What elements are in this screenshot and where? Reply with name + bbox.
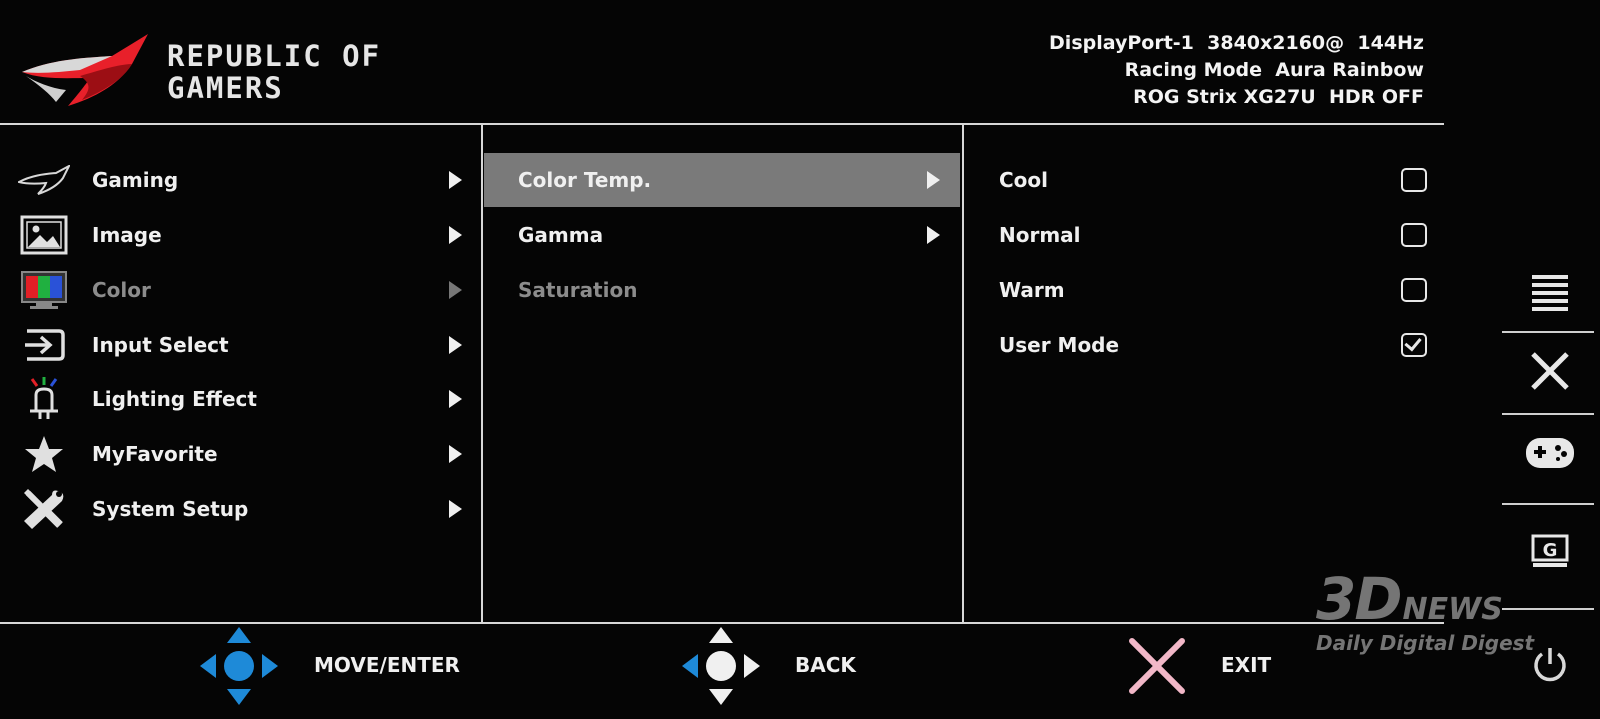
menu-lines-icon (1532, 274, 1568, 316)
option-label: Warm (999, 278, 1065, 302)
color-monitor-icon (18, 268, 70, 312)
footer-back-label: BACK (795, 653, 856, 677)
checkbox-unchecked-icon[interactable] (1401, 168, 1427, 192)
power-icon (1531, 645, 1569, 687)
menu-item-label: MyFavorite (92, 442, 218, 466)
status-model-hdr: ROG Strix XG27U HDR OFF (1133, 86, 1424, 108)
input-icon (18, 323, 70, 367)
submenu-item-color-temp[interactable]: Color Temp. (484, 153, 960, 207)
column-divider-1 (481, 123, 483, 624)
arrow-right-icon (449, 445, 462, 463)
submenu-item-saturation[interactable]: Saturation (484, 263, 960, 317)
status-mode-lighting: Racing Mode Aura Rainbow (1124, 59, 1424, 81)
option-label: Cool (999, 168, 1049, 192)
status-info: DisplayPort-1 3840x2160@ 144Hz Racing Mo… (1049, 30, 1424, 111)
checkbox-checked-icon[interactable] (1401, 333, 1427, 357)
dpad-move-enter-icon (198, 625, 280, 707)
menu-item-label: Lighting Effect (92, 387, 257, 411)
menu-item-input-select[interactable]: Input Select (18, 318, 468, 372)
column-divider-2 (962, 123, 964, 624)
option-label: User Mode (999, 333, 1120, 357)
footer-move-enter-label: MOVE/ENTER (314, 653, 460, 677)
submenu-item-label: Gamma (518, 223, 604, 247)
menu-item-lighting-effect[interactable]: Lighting Effect (18, 372, 468, 426)
footer-divider (0, 622, 1444, 624)
checkbox-unchecked-icon[interactable] (1401, 223, 1427, 247)
arrow-right-icon (927, 226, 940, 244)
arrow-right-icon (449, 390, 462, 408)
menu-item-gaming[interactable]: Gaming (18, 153, 468, 207)
menu-item-label: Color (92, 278, 151, 302)
option-user-mode[interactable]: User Mode (999, 318, 1427, 372)
dpad-back-icon (680, 625, 762, 707)
rog-eye-icon (18, 158, 70, 202)
menu-item-image[interactable]: Image (18, 208, 468, 262)
menu-item-myfavorite[interactable]: MyFavorite (18, 427, 468, 481)
brand-line-2: GAMERS (167, 71, 284, 105)
arrow-right-icon (449, 281, 462, 299)
watermark-3d: 3D (1316, 565, 1403, 633)
submenu-item-gamma[interactable]: Gamma (484, 208, 960, 262)
menu-item-label: System Setup (92, 497, 249, 521)
gamepad-icon (1525, 436, 1575, 474)
svg-text:G: G (1543, 540, 1558, 561)
close-icon (1530, 351, 1570, 395)
submenu-item-label: Saturation (518, 278, 638, 302)
footer-exit-label: EXIT (1221, 653, 1272, 677)
sidebar-divider (1502, 503, 1594, 505)
menu-item-label: Image (92, 223, 162, 247)
arrow-right-icon (449, 336, 462, 354)
menu-item-system-setup[interactable]: System Setup (18, 482, 468, 536)
option-label: Normal (999, 223, 1081, 247)
rog-logo (20, 30, 150, 108)
brand-title: REPUBLIC OF GAMERS (167, 40, 381, 104)
header-divider (0, 123, 1444, 125)
main-menu-button[interactable] (1500, 255, 1600, 335)
watermark-news: NEWS (1402, 592, 1503, 627)
menu-item-color[interactable]: Color (18, 263, 468, 317)
arrow-right-icon (449, 171, 462, 189)
brand-line-1: REPUBLIC OF (167, 39, 382, 73)
menu-item-label: Input Select (92, 333, 229, 357)
gameplus-button[interactable] (1500, 415, 1600, 495)
star-icon (18, 432, 70, 476)
arrow-right-icon (927, 171, 940, 189)
close-button[interactable] (1500, 333, 1600, 413)
option-normal[interactable]: Normal (999, 208, 1427, 262)
tools-icon (18, 487, 70, 531)
submenu-item-label: Color Temp. (518, 168, 652, 192)
option-warm[interactable]: Warm (999, 263, 1427, 317)
arrow-right-icon (449, 226, 462, 244)
lighting-icon (18, 377, 70, 421)
arrow-right-icon (449, 500, 462, 518)
option-cool[interactable]: Cool (999, 153, 1427, 207)
menu-item-label: Gaming (92, 168, 179, 192)
status-input-resolution: DisplayPort-1 3840x2160@ 144Hz (1049, 32, 1424, 54)
exit-x-icon (1128, 637, 1186, 695)
watermark: 3DNEWS Daily Digital Digest (1316, 570, 1535, 655)
image-icon (18, 213, 70, 257)
gamevisual-g-icon: G (1531, 534, 1569, 574)
checkbox-unchecked-icon[interactable] (1401, 278, 1427, 302)
watermark-tagline: Daily Digital Digest (1316, 631, 1535, 655)
